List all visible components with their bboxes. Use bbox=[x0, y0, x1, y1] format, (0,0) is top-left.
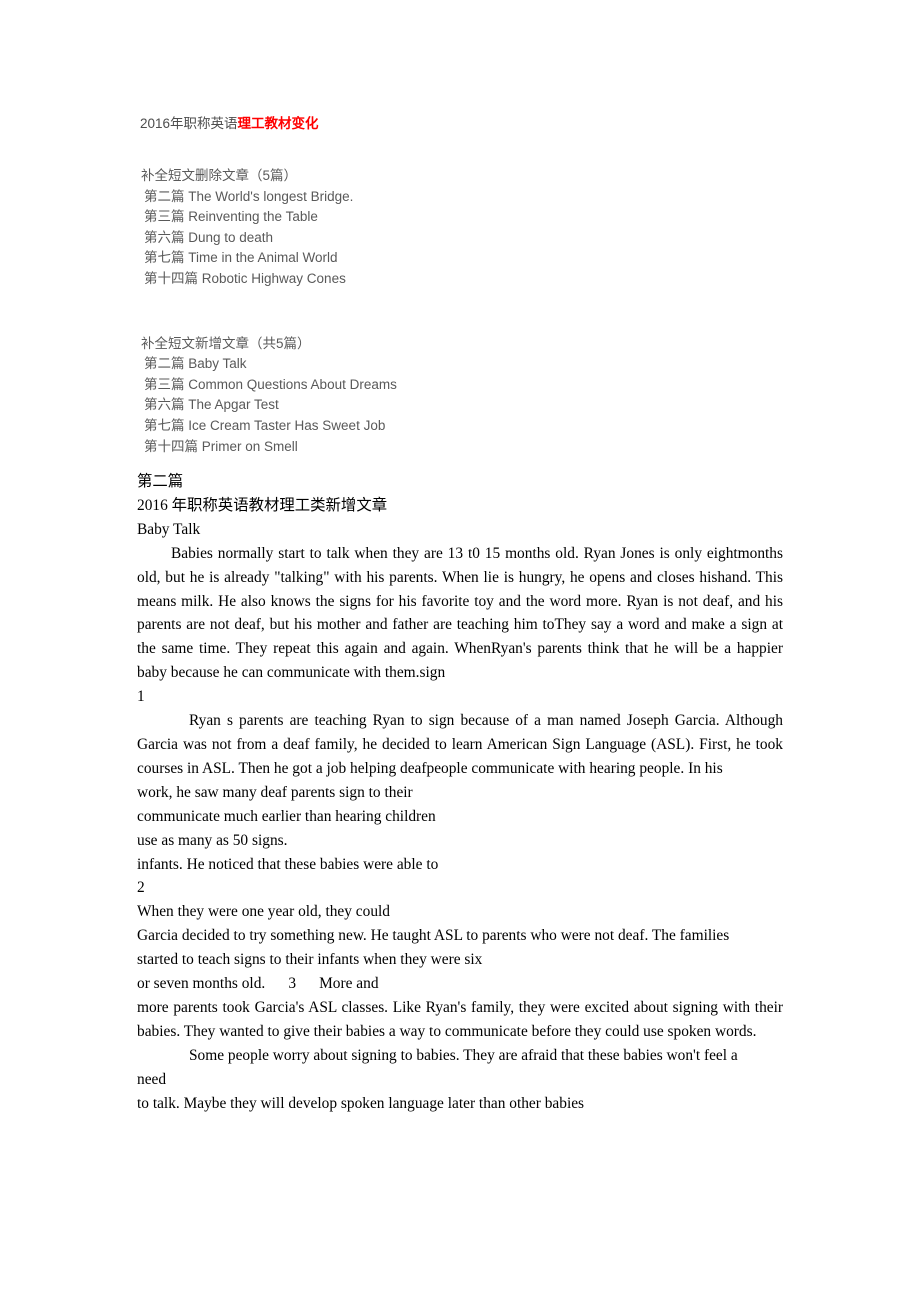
fragment-line: communicate much earlier than hearing ch… bbox=[137, 807, 436, 825]
line-marker-2: 2 bbox=[137, 879, 145, 897]
list-item: 第六篇 The Apgar Test bbox=[144, 397, 279, 413]
list-item: 第十四篇 Robotic Highway Cones bbox=[144, 270, 346, 286]
paragraph-4: Some people worry about signing to babie… bbox=[189, 1046, 738, 1064]
list-item: 第七篇 Time in the Animal World bbox=[144, 250, 338, 266]
article-section-label: 第二篇 bbox=[137, 473, 184, 490]
paragraph-2: Ryan s parents are teaching Ryan to sign… bbox=[137, 712, 783, 777]
article-title: Baby Talk bbox=[137, 520, 201, 538]
list-item: 第二篇 Baby Talk bbox=[144, 356, 247, 372]
fragment-need: need bbox=[137, 1070, 167, 1088]
list-item: 第十四篇 Primer on Smell bbox=[144, 438, 298, 454]
removed-articles-group: 补全短文删除文章（5篇） 第二篇 The World's longest Bri… bbox=[140, 166, 840, 290]
paragraph-1: Babies normally start to talk when they … bbox=[137, 544, 783, 682]
list-item: 第六篇 Dung to death bbox=[144, 229, 274, 245]
list-item: 第二篇 The World's longest Bridge. bbox=[144, 188, 354, 204]
fragment-line: When they were one year old, they could bbox=[137, 903, 390, 921]
notes-title-prefix: 2016年职称英语 bbox=[140, 116, 238, 131]
fragment-last: to talk. Maybe they will develop spoken … bbox=[137, 1094, 585, 1112]
paragraph-3: more parents took Garcia's ASL classes. … bbox=[137, 998, 783, 1040]
list-item: 第三篇 Common Questions About Dreams bbox=[144, 376, 397, 392]
fragment-line: infants. He noticed that these babies we… bbox=[137, 855, 439, 873]
line-marker-1: 1 bbox=[137, 688, 145, 706]
fragment-line: use as many as 50 signs. bbox=[137, 831, 288, 849]
notes-block: 2016年职称英语理工教材变化 补全短文删除文章（5篇） 第二篇 The Wor… bbox=[140, 114, 840, 457]
notes-title: 2016年职称英语理工教材变化 bbox=[140, 114, 840, 134]
line-marker-3: or seven months old. 3 More and bbox=[137, 975, 379, 993]
fragment-line: work, he saw many deaf parents sign to t… bbox=[137, 783, 413, 801]
list-item: 第三篇 Reinventing the Table bbox=[144, 209, 318, 225]
added-articles-heading: 补全短文新增文章（共5篇） bbox=[141, 335, 311, 351]
added-articles-group: 补全短文新增文章（共5篇） 第二篇 Baby Talk 第三篇 Common Q… bbox=[140, 334, 840, 458]
removed-articles-heading: 补全短文删除文章（5篇） bbox=[141, 168, 298, 183]
article-subtitle: 2016 年职称英语教材理工类新增文章 bbox=[137, 496, 388, 514]
fragment-line: Garcia decided to try something new. He … bbox=[137, 927, 730, 945]
notes-title-accent: 理工教材变化 bbox=[237, 116, 319, 131]
fragment-line: started to teach signs to their infants … bbox=[137, 951, 483, 969]
article-body: 第二篇 2016 年职称英语教材理工类新增文章 Baby Talk Babies… bbox=[137, 470, 783, 1115]
list-item: 第七篇 Ice Cream Taster Has Sweet Job bbox=[144, 417, 386, 433]
